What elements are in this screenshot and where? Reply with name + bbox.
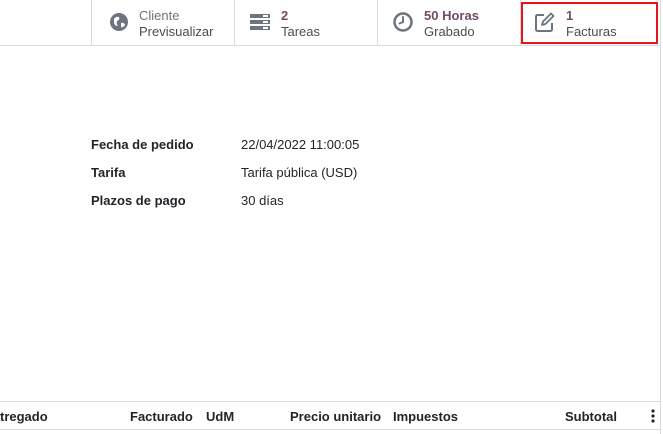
recorded-hours-value: 50 Horas (424, 8, 479, 23)
recorded-hours-label: Grabado (424, 24, 475, 39)
column-taxes[interactable]: Impuestos (393, 409, 458, 424)
sheet-right-border (660, 0, 661, 434)
pricelist-label: Tarifa (91, 165, 126, 180)
tasks-button[interactable]: 2 Tareas (234, 0, 377, 45)
payment-terms-value: 30 días (241, 193, 284, 208)
column-unit-price[interactable]: Precio unitario (290, 409, 381, 424)
payment-terms-label: Plazos de pago (91, 193, 186, 208)
column-invoiced[interactable]: Facturado (130, 409, 193, 424)
optional-columns-icon[interactable] (648, 408, 658, 424)
customer-preview-button[interactable]: Cliente Previsualizar (91, 0, 234, 45)
order-date-value: 22/04/2022 11:00:05 (241, 137, 360, 152)
sale-order-form: Cliente Previsualizar 2 Tareas 50 Horas … (0, 0, 663, 434)
clock-icon (392, 11, 414, 33)
invoices-button-highlight (521, 2, 658, 44)
column-subtotal[interactable]: Subtotal (565, 409, 617, 424)
pricelist-value: Tarifa pública (USD) (241, 165, 358, 180)
customer-preview-line2: Previsualizar (139, 24, 214, 39)
order-lines-table-header: tregado Facturado UdM Precio unitario Im… (0, 401, 660, 430)
globe-icon (108, 11, 130, 33)
order-date-label: Fecha de pedido (91, 137, 194, 152)
tasks-count: 2 (281, 8, 289, 23)
tasks-icon (249, 11, 271, 33)
customer-preview-line1: Cliente (139, 8, 180, 23)
column-uom[interactable]: UdM (206, 409, 234, 424)
recorded-hours-button[interactable]: 50 Horas Grabado (377, 0, 520, 45)
tasks-label: Tareas (281, 24, 321, 39)
column-delivered[interactable]: tregado (0, 409, 48, 424)
